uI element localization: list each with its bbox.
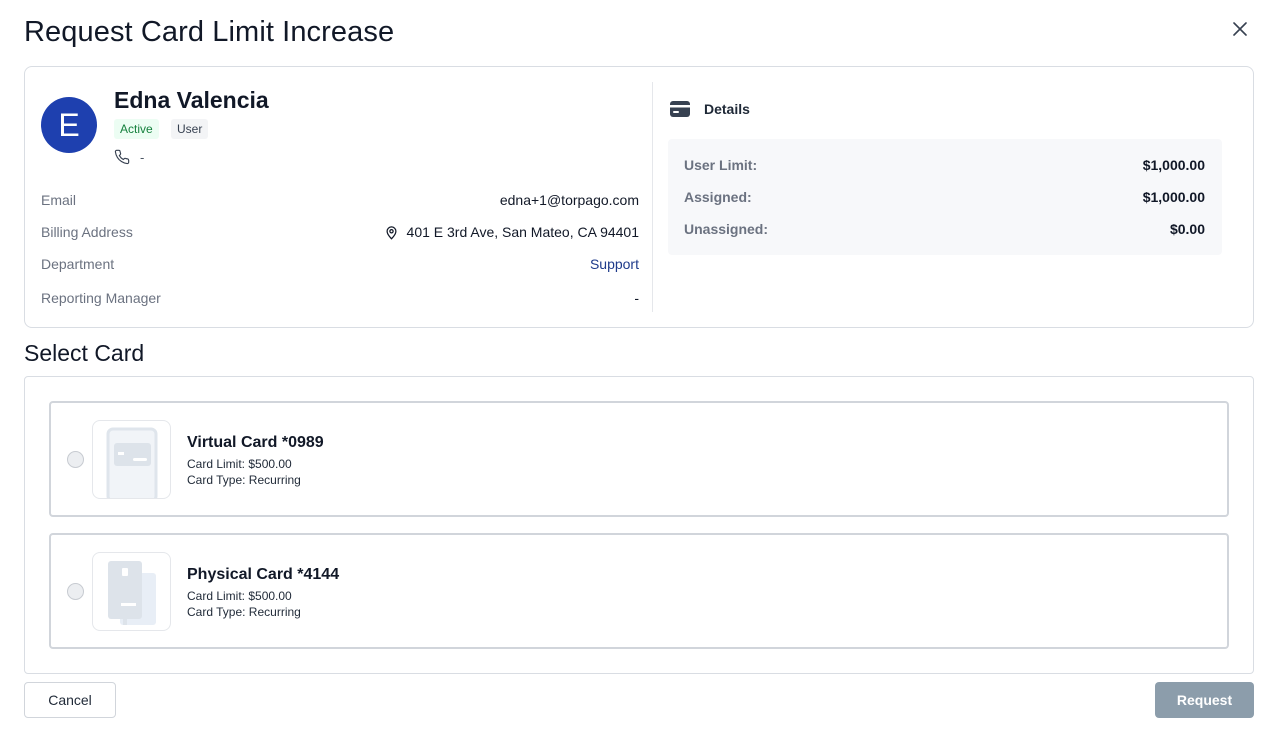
card-option-physical[interactable]: Physical Card *4144 Card Limit: $500.00 … bbox=[49, 533, 1229, 649]
user-limit-label: User Limit: bbox=[684, 157, 758, 173]
select-card-heading: Select Card bbox=[24, 340, 145, 366]
department-row: Department Support bbox=[41, 256, 639, 272]
card-limit: Card Limit: $500.00 bbox=[187, 457, 292, 471]
reporting-manager-label: Reporting Manager bbox=[41, 290, 161, 306]
card-option-virtual[interactable]: Virtual Card *0989 Card Limit: $500.00 C… bbox=[49, 401, 1229, 517]
cancel-button[interactable]: Cancel bbox=[24, 682, 116, 718]
card-title: Virtual Card *0989 bbox=[187, 434, 324, 451]
phone-value: - bbox=[140, 149, 145, 165]
physical-card-icon bbox=[108, 561, 156, 625]
close-button[interactable] bbox=[1228, 17, 1252, 41]
request-button[interactable]: Request bbox=[1155, 682, 1254, 718]
department-label: Department bbox=[41, 256, 115, 272]
assigned-value: $1,000.00 bbox=[1142, 189, 1205, 205]
card-type: Card Type: Recurring bbox=[187, 473, 301, 487]
role-badge: User bbox=[171, 119, 209, 139]
close-icon bbox=[1233, 22, 1247, 36]
location-pin-icon bbox=[386, 225, 397, 240]
email-value: edna+1@torpago.com bbox=[499, 192, 639, 208]
card-list: Virtual Card *0989 Card Limit: $500.00 C… bbox=[24, 376, 1254, 674]
card-radio-virtual[interactable] bbox=[67, 451, 84, 468]
limits-box: User Limit: $1,000.00 Assigned: $1,000.0… bbox=[668, 139, 1222, 255]
billing-address-label: Billing Address bbox=[41, 224, 133, 240]
card-type: Card Type: Recurring bbox=[187, 605, 301, 619]
unassigned-value: $0.00 bbox=[1169, 221, 1205, 237]
physical-card-illustration bbox=[92, 552, 171, 631]
user-name: Edna Valencia bbox=[114, 87, 269, 113]
virtual-card-illustration bbox=[92, 420, 171, 499]
billing-address-row: Billing Address 401 E 3rd Ave, San Mateo… bbox=[41, 224, 639, 240]
assigned-label: Assigned: bbox=[684, 189, 752, 205]
details-heading: Details bbox=[670, 101, 750, 117]
user-limit-row: User Limit: $1,000.00 bbox=[684, 157, 1205, 173]
department-link[interactable]: Support bbox=[590, 256, 639, 272]
assigned-row: Assigned: $1,000.00 bbox=[684, 189, 1205, 205]
reporting-manager-row: Reporting Manager - bbox=[41, 290, 639, 306]
unassigned-label: Unassigned: bbox=[684, 221, 769, 237]
email-label: Email bbox=[41, 192, 77, 208]
user-limit-value: $1,000.00 bbox=[1142, 157, 1205, 173]
card-limit: Card Limit: $500.00 bbox=[187, 589, 292, 603]
billing-address-value: 401 E 3rd Ave, San Mateo, CA 94401 bbox=[406, 224, 639, 240]
card-radio-physical[interactable] bbox=[67, 583, 84, 600]
avatar: E bbox=[41, 97, 97, 153]
reporting-manager-value: - bbox=[634, 290, 639, 306]
virtual-card-icon bbox=[106, 427, 158, 498]
card-title: Physical Card *4144 bbox=[187, 566, 340, 583]
card-icon bbox=[670, 101, 690, 117]
panel-divider bbox=[652, 82, 653, 312]
phone-icon bbox=[114, 149, 130, 165]
user-info-panel: E Edna Valencia Active User - Email edna… bbox=[24, 66, 1254, 328]
phone-row: - bbox=[114, 149, 144, 165]
email-row: Email edna+1@torpago.com bbox=[41, 192, 639, 208]
details-heading-text: Details bbox=[704, 101, 750, 117]
dialog-title: Request Card Limit Increase bbox=[24, 16, 395, 48]
unassigned-row: Unassigned: $0.00 bbox=[684, 221, 1205, 237]
status-badge: Active bbox=[114, 119, 159, 139]
billing-address-value-wrap: 401 E 3rd Ave, San Mateo, CA 94401 bbox=[384, 224, 639, 240]
